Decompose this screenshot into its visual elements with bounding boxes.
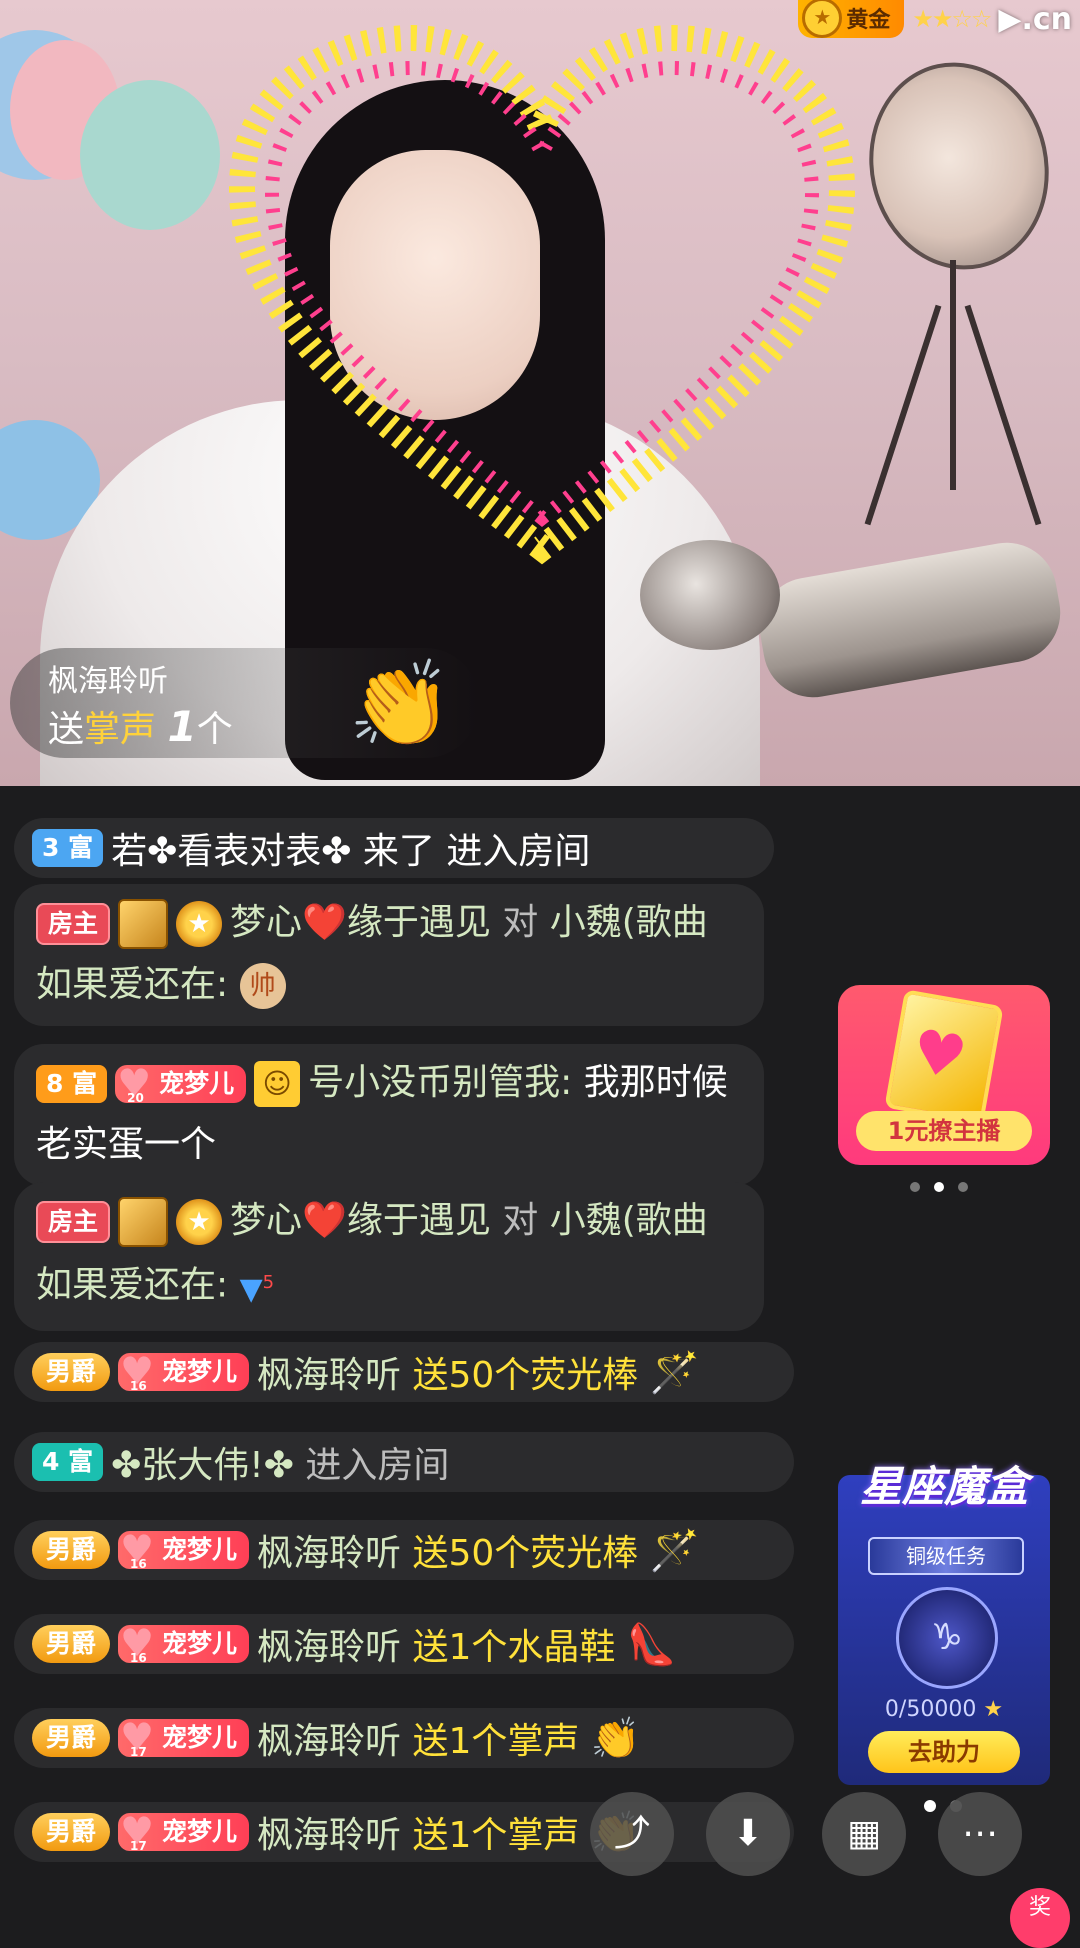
fan-badge: ♥ 16 宠梦儿: [118, 1350, 250, 1393]
fan-badge: ♥ 16 宠梦儿: [118, 1528, 250, 1571]
promo-label: 1元撩主播: [856, 1111, 1032, 1151]
magic-box-widget[interactable]: 星座魔盒 铜级任务 ♑ 0/50000 ★ 去助力: [838, 1462, 1050, 1785]
gift-text: 送50个荧光棒: [412, 1355, 639, 1396]
rank-badge: ★ 黄金: [798, 0, 905, 38]
avatar-icon: ☺: [254, 1061, 301, 1107]
heart-effect: [228, 24, 856, 565]
rich-level-badge: 4 富: [32, 1443, 104, 1481]
crystal-shoe-icon: 👠: [626, 1621, 677, 1668]
user-name[interactable]: 枫海聆听: [257, 1806, 401, 1858]
user-name[interactable]: 梦心❤️缘于遇见: [230, 1200, 491, 1241]
medal-icon: ★: [176, 1199, 223, 1245]
gift-text: 送1个水晶鞋: [412, 1627, 616, 1668]
user-name[interactable]: 梦心❤️缘于遇见: [230, 902, 491, 943]
list-item: 男爵 ♥ 16 宠梦儿 枫海聆听 送50个荧光棒 🪄: [14, 1520, 794, 1580]
clap-icon: 👏: [348, 655, 453, 753]
task-level: 铜级任务: [868, 1537, 1024, 1575]
studio-lamp: [850, 45, 1068, 287]
gold-bar-icon: [118, 899, 169, 949]
chat-list[interactable]: 3 富 若✤看表对表✤ 来了 进入房间 房主 ★ 梦心❤️缘于遇见 对 小魏(歌曲如…: [0, 786, 800, 1920]
live-video[interactable]: ★ 黄金 ★★☆☆ ▶.cn 枫海聆听 送掌声 1个 👏: [0, 0, 1080, 786]
fan-badge: ♥ 17 宠梦儿: [118, 1810, 250, 1853]
user-name[interactable]: 枫海聆听: [257, 1524, 401, 1576]
rich-level-badge: 8 富: [36, 1065, 108, 1103]
gift-count: 1: [167, 702, 197, 751]
zodiac-wheel-icon: ♑: [896, 1587, 998, 1689]
glow-stick-icon: 🪄: [649, 1527, 700, 1574]
watermark-domain: ▶.cn: [998, 1, 1072, 37]
grid-icon[interactable]: ▦: [822, 1792, 906, 1876]
download-icon[interactable]: ⬇: [706, 1792, 790, 1876]
user-name[interactable]: 枫海聆听: [257, 1712, 401, 1764]
user-name[interactable]: 枫海聆听: [257, 1346, 401, 1398]
noble-badge: 男爵: [32, 1353, 111, 1391]
gift-text: 送1个掌声: [412, 1815, 580, 1856]
gold-bar-icon: [118, 1197, 169, 1247]
list-item: 男爵 ♥ 16 宠梦儿 枫海聆听 送1个水晶鞋 👠: [14, 1614, 794, 1674]
level-chevron-icon: ▼5: [239, 1272, 275, 1307]
rank-stars: ★★☆☆: [912, 5, 992, 33]
reward-badge[interactable]: 奖: [1010, 1888, 1070, 1948]
gift-banner: 枫海聆听 送掌声 1个 👏: [10, 648, 480, 758]
clap-icon: 👏: [590, 1715, 641, 1762]
noble-badge: 男爵: [32, 1719, 111, 1757]
fan-badge: ♥ 17 宠梦儿: [118, 1716, 250, 1759]
noble-badge: 男爵: [32, 1531, 111, 1569]
user-name[interactable]: 枫海聆听: [257, 1618, 401, 1670]
medal-icon: ★: [176, 901, 223, 947]
owner-badge: 房主: [36, 1201, 111, 1243]
message-text: 进入房间: [305, 1445, 450, 1486]
balloon: [80, 80, 220, 230]
heart-card-icon: ♥: [884, 989, 1004, 1125]
list-item: 4 富 ✤张大伟!✤ 进入房间: [14, 1432, 794, 1492]
emoji-handsome-icon: 帅: [239, 963, 286, 1009]
list-item: 8 富 ♥ 20 宠梦儿 ☺ 号小没币别管我: 我那时候老实蛋一个: [14, 1044, 764, 1186]
list-item: 房主 ★ 梦心❤️缘于遇见 对 小魏(歌曲如果爱还在: ▼5: [14, 1182, 764, 1331]
user-name[interactable]: ✤张大伟!✤: [111, 1436, 294, 1488]
watermark: ★ 黄金 ★★☆☆ ▶.cn: [798, 0, 1072, 38]
medal-icon: ★: [802, 0, 843, 38]
list-item: 男爵♥17宠梦儿枫海聆听 送1个掌声 👏: [14, 1802, 794, 1862]
glow-stick-icon: 🪄: [649, 1349, 700, 1396]
magic-box-progress: 0/50000 ★: [884, 1697, 1004, 1722]
gift-text: 送50个荧光棒: [412, 1533, 639, 1574]
fan-badge: ♥ 20 宠梦儿: [115, 1062, 247, 1105]
noble-badge: 男爵: [32, 1813, 111, 1851]
more-icon[interactable]: ⋯: [938, 1792, 1022, 1876]
gift-sender: 枫海聆听: [48, 664, 168, 699]
list-item: 男爵 ♥ 16 宠梦儿 枫海聆听 送50个荧光棒 🪄: [14, 1342, 794, 1402]
promo-card-button[interactable]: ♥ 1元撩主播: [838, 985, 1050, 1165]
rich-level-badge: 3 富: [32, 829, 104, 867]
list-item: 男爵♥17宠梦儿枫海聆听 送1个掌声 👏: [14, 1708, 794, 1768]
help-button[interactable]: 去助力: [868, 1731, 1020, 1773]
promo-pager: [910, 1182, 968, 1192]
message-text: 若✤看表对表✤ 来了 进入房间: [111, 831, 591, 872]
fan-badge: ♥ 16 宠梦儿: [118, 1622, 250, 1665]
gift-name: 掌声: [84, 709, 157, 750]
noble-badge: 男爵: [32, 1625, 111, 1663]
share-icon[interactable]: ⤴: [590, 1792, 674, 1876]
owner-badge: 房主: [36, 903, 111, 945]
gift-text: 送1个掌声: [412, 1721, 580, 1762]
list-item: 3 富 若✤看表对表✤ 来了 进入房间: [14, 818, 774, 878]
list-item: 房主 ★ 梦心❤️缘于遇见 对 小魏(歌曲如果爱还在: 帅: [14, 884, 764, 1026]
magic-box-title: 星座魔盒: [859, 1462, 1028, 1511]
user-name[interactable]: 号小没币别管我:: [308, 1062, 572, 1103]
